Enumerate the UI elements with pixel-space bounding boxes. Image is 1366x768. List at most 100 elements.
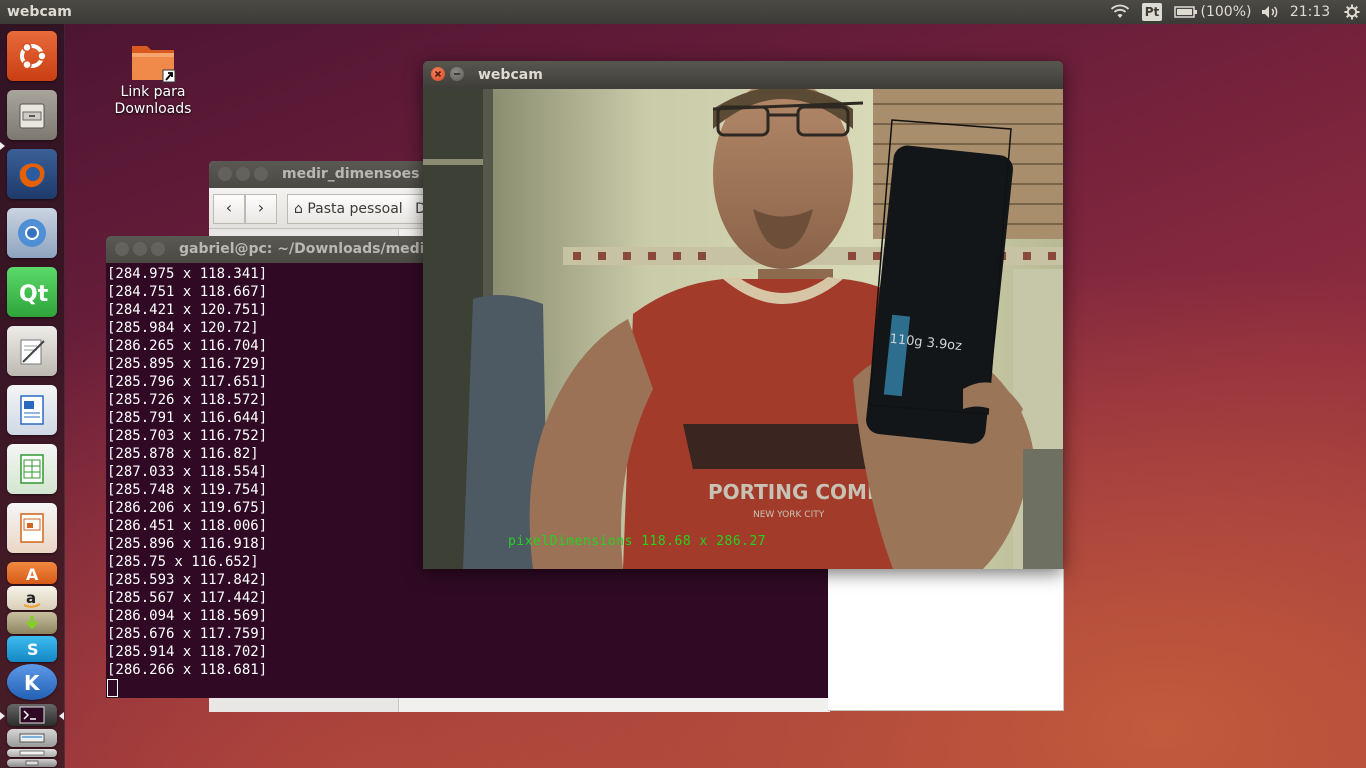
minimize-icon [454,73,460,75]
pen-paper-icon [20,339,45,365]
terminal-line: [285.676 x 117.759] [107,626,268,642]
terminal-icon [19,706,45,724]
scanner-button[interactable] [7,729,57,747]
webcam-window[interactable]: webcam PORTING COMPA NEW YORK CITY 110g … [423,61,1063,569]
svg-text:a: a [26,589,36,607]
chromium-button[interactable] [7,208,57,258]
svg-text:K: K [24,671,41,695]
trash-icon [25,760,39,766]
forward-button[interactable]: › [245,194,277,224]
webcam-titlebar[interactable]: webcam [423,61,1063,89]
qt-icon: Qt [19,282,49,307]
software-center-button[interactable]: A [7,562,57,584]
terminal-line: [285.878 x 116.82] [107,446,259,462]
home-icon: ⌂ [294,201,303,217]
pixel-dimensions-readout: pixelDimensions 118.68 x 286.27 [508,534,767,549]
terminal-prompt-line[interactable] [107,679,267,699]
maximize-button[interactable] [151,242,165,256]
minimize-button[interactable] [236,167,250,181]
text-editor-button[interactable] [7,326,57,376]
svg-text:A: A [26,565,39,582]
top-panel: webcam Pt (100%) 21:13 [0,0,1366,24]
chromium-icon [18,219,46,247]
libreoffice-calc-button[interactable] [7,444,57,494]
terminal-line: [285.748 x 119.754] [107,482,268,498]
libreoffice-impress-button[interactable] [7,503,57,553]
window-title: webcam [478,67,543,83]
amazon-button[interactable]: a [7,586,57,610]
terminal-output[interactable]: [284.975 x 118.341] [284.751 x 118.667] [2… [107,265,267,699]
terminal-line: [285.896 x 116.918] [107,536,268,552]
trash-button[interactable] [7,759,57,767]
terminal-line: [285.791 x 116.644] [107,410,268,426]
files-button[interactable] [7,90,57,140]
path-home-label: Pasta pessoal [307,201,403,217]
terminal-line: [286.094 x 118.569] [107,608,268,624]
dash-home-button[interactable] [7,31,57,81]
wifi-icon[interactable] [1109,0,1131,24]
maximize-button[interactable] [254,167,268,181]
desktop-icon-downloads-link[interactable]: Link para Downloads [112,40,194,118]
close-button[interactable] [218,167,232,181]
terminal-line: [286.206 x 119.675] [107,500,268,516]
firefox-icon [19,161,45,188]
scanner-icon [19,733,45,743]
skype-button[interactable]: S [7,636,57,662]
battery-percentage[interactable]: (100%) [1201,0,1252,24]
terminal-line: [285.914 x 118.702] [107,644,268,660]
terminal-line: [285.593 x 117.842] [107,572,268,588]
running-indicator [0,142,5,150]
path-bar-home[interactable]: ⌂ Pasta pessoal D [287,194,433,224]
chevron-right-icon: › [257,198,265,217]
shirt-print-subtext: NEW YORK CITY [753,510,825,520]
desktop-icon-label: Link para Downloads [114,84,192,117]
terminal-line: [286.266 x 118.681] [107,662,268,678]
software-center-icon: A [26,565,39,582]
terminal-line: [284.975 x 118.341] [107,266,268,282]
writer-icon [20,395,44,425]
terminal-line: [285.726 x 118.572] [107,392,268,408]
close-button[interactable] [431,67,445,81]
svg-text:Qt: Qt [19,282,49,307]
terminal-line: [285.703 x 116.752] [107,428,268,444]
volume-icon[interactable] [1259,0,1281,24]
impress-icon [20,513,44,543]
terminal-line: [285.567 x 117.442] [107,590,268,606]
window-title: medir_dimensoes [282,166,420,182]
libreoffice-writer-button[interactable] [7,385,57,435]
terminal-line: [286.265 x 116.704] [107,338,268,354]
software-updater-button[interactable] [7,612,57,634]
amazon-icon: a [23,589,41,608]
shirt-print-text: PORTING COMPA [708,480,896,504]
chevron-left-icon: ‹ [225,198,233,217]
updater-icon [25,616,39,630]
active-app-title: webcam [7,4,72,20]
k-app-button[interactable]: K [7,664,57,700]
terminal-line: [285.796 x 117.651] [107,374,268,390]
webcam-scene: PORTING COMPA NEW YORK CITY 110g 3.9oz [423,89,1063,569]
calc-icon [20,454,44,484]
focused-indicator [59,712,64,720]
back-button[interactable]: ‹ [213,194,245,224]
terminal-line: [284.751 x 118.667] [107,284,268,300]
terminal-line: [285.895 x 116.729] [107,356,268,372]
minimize-button[interactable] [133,242,147,256]
k-icon: K [24,671,41,695]
terminal-cursor [107,679,118,697]
printer-icon [19,750,45,756]
battery-icon[interactable] [1173,0,1199,24]
printer-button[interactable] [7,749,57,757]
minimize-button[interactable] [450,67,464,81]
firefox-button[interactable] [7,149,57,199]
svg-text:S: S [27,640,39,659]
folder-link-icon [132,46,176,83]
keyboard-layout-indicator[interactable]: Pt [1141,0,1163,24]
qt-creator-button[interactable]: Qt [7,267,57,317]
clock[interactable]: 21:13 [1288,0,1332,24]
terminal-line: [284.421 x 120.751] [107,302,268,318]
close-button[interactable] [115,242,129,256]
terminal-button[interactable] [7,704,57,726]
gear-icon[interactable] [1343,0,1361,24]
ubuntu-logo-icon [20,42,47,70]
terminal-line: [285.75 x 116.652] [107,554,259,570]
